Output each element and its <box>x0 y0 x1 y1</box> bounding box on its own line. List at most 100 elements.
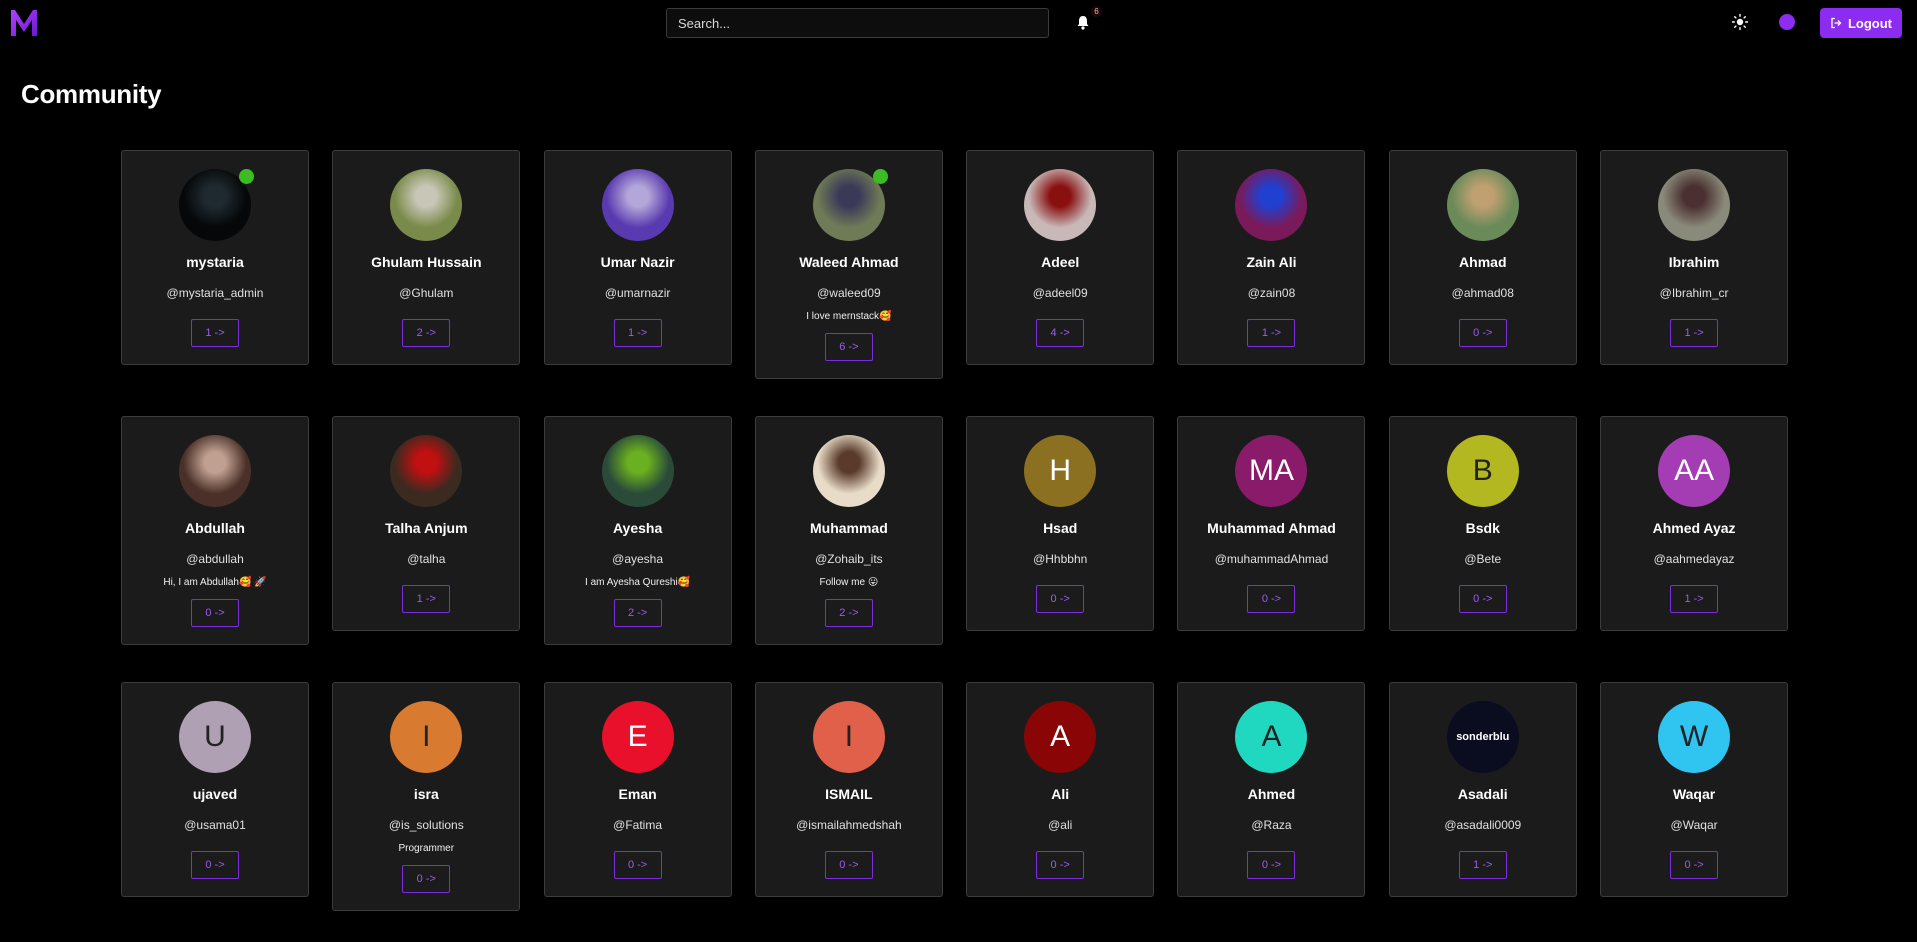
follower-count-button[interactable]: 1 -> <box>613 319 662 347</box>
user-name[interactable]: Ahmad <box>1459 254 1506 270</box>
profile-avatar-button[interactable] <box>1779 14 1795 30</box>
search-input[interactable] <box>666 8 1049 38</box>
user-card[interactable]: Ahmad @ahmad08 0 -> <box>1388 150 1577 365</box>
user-avatar-photo[interactable] <box>1235 169 1308 241</box>
user-name[interactable]: Abdullah <box>185 520 245 536</box>
user-name[interactable]: Ghulam Hussain <box>371 254 481 270</box>
user-avatar-photo[interactable] <box>1024 169 1097 241</box>
user-name[interactable]: Bsdk <box>1466 520 1500 536</box>
user-card[interactable]: B Bsdk @Bete 0 -> <box>1388 416 1577 631</box>
user-card[interactable]: Adeel @adeel09 4 -> <box>966 150 1155 365</box>
follower-count-button[interactable]: 0 -> <box>1458 585 1507 613</box>
user-avatar-photo[interactable] <box>812 169 888 241</box>
user-name[interactable]: Ahmed Ayaz <box>1653 520 1736 536</box>
user-avatar[interactable]: A <box>1024 701 1097 773</box>
user-card[interactable]: sonderblu Asadali @asadali0009 1 -> <box>1388 682 1577 897</box>
bell-icon[interactable] <box>1076 15 1090 30</box>
user-card[interactable]: Ghulam Hussain @Ghulam 2 -> <box>332 150 521 365</box>
user-name[interactable]: Ayesha <box>613 520 662 536</box>
follower-count-button[interactable]: 0 -> <box>191 851 239 879</box>
follower-count-button[interactable]: 0 -> <box>1458 319 1507 347</box>
user-avatar[interactable]: B <box>1446 435 1519 507</box>
user-card[interactable]: Uujaved @usama01 0 -> <box>121 682 309 897</box>
user-name[interactable]: Waleed Ahmad <box>799 254 898 270</box>
user-avatar-photo[interactable] <box>1446 169 1519 241</box>
follower-count-button[interactable]: 1 -> <box>191 319 239 347</box>
user-name[interactable]: isra <box>414 786 439 802</box>
follower-count-button[interactable]: 0 -> <box>1036 585 1085 613</box>
sun-icon[interactable] <box>1731 13 1749 31</box>
follower-count-button[interactable]: 0 -> <box>1036 851 1085 879</box>
user-name[interactable]: ujaved <box>193 786 237 802</box>
user-card[interactable]: Iisra @is_solutions Programmer 0 -> <box>332 682 521 911</box>
user-avatar[interactable]: I <box>390 701 463 773</box>
user-card[interactable]: Talha Anjum @talha 1 -> <box>332 416 521 631</box>
user-name[interactable]: Umar Nazir <box>601 254 675 270</box>
logout-button[interactable]: Logout <box>1820 8 1902 38</box>
user-card[interactable]: H Hsad @Hhbbhn 0 -> <box>966 416 1155 631</box>
user-card[interactable]: I ISMAIL @ismailahmedshah 0 -> <box>754 682 943 897</box>
user-avatar-photo[interactable] <box>390 169 463 241</box>
follower-count-button[interactable]: 0 -> <box>1247 851 1296 879</box>
follower-count-button[interactable]: 0 -> <box>1247 585 1296 613</box>
user-name[interactable]: Waqar <box>1673 786 1715 802</box>
follower-count-button[interactable]: 2 -> <box>824 599 873 627</box>
user-name[interactable]: Asadali <box>1458 786 1508 802</box>
follower-count-button[interactable]: 1 -> <box>1670 319 1719 347</box>
app-logo[interactable] <box>9 4 39 40</box>
user-card[interactable]: Ayesha @ayesha I am Ayesha Qureshi🥰 2 -> <box>543 416 732 645</box>
follower-count-button[interactable]: 1 -> <box>1670 585 1719 613</box>
user-card[interactable]: MA Muhammad Ahmad @muhammadAhmad 0 -> <box>1177 416 1366 631</box>
user-name[interactable]: Talha Anjum <box>385 520 467 536</box>
user-avatar-photo[interactable] <box>601 435 674 507</box>
user-name[interactable]: Eman <box>619 786 657 802</box>
user-avatar[interactable]: A <box>1235 701 1308 773</box>
user-card[interactable]: A Ahmed @Raza 0 -> <box>1177 682 1366 897</box>
follower-count-button[interactable]: 0 -> <box>613 851 662 879</box>
follower-count-button[interactable]: 0 -> <box>191 599 239 627</box>
follower-count-button[interactable]: 1 -> <box>1458 851 1507 879</box>
user-avatar-photo[interactable] <box>390 435 463 507</box>
follower-count-button[interactable]: 6 -> <box>824 333 873 361</box>
user-avatar[interactable]: I <box>812 701 885 773</box>
user-avatar-photo[interactable] <box>1658 169 1731 241</box>
follower-count-button[interactable]: 1 -> <box>1247 319 1296 347</box>
follower-count-button[interactable]: 4 -> <box>1036 319 1085 347</box>
follower-count-button[interactable]: 2 -> <box>613 599 662 627</box>
user-card[interactable]: W Waqar @Waqar 0 -> <box>1600 682 1789 897</box>
user-name[interactable]: Zain Ali <box>1246 254 1296 270</box>
user-card[interactable]: AA Ahmed Ayaz @aahmedayaz 1 -> <box>1600 416 1789 631</box>
user-name[interactable]: Muhammad <box>810 520 888 536</box>
follower-count-button[interactable]: 1 -> <box>402 585 451 613</box>
user-name[interactable]: Ali <box>1051 786 1069 802</box>
user-card[interactable]: mystaria @mystaria_admin 1 -> <box>121 150 309 365</box>
follower-count-button[interactable]: 0 -> <box>402 865 451 893</box>
user-card[interactable]: Ibrahim @Ibrahim_cr 1 -> <box>1600 150 1789 365</box>
user-card[interactable]: Zain Ali @zain08 1 -> <box>1177 150 1366 365</box>
user-card[interactable]: Waleed Ahmad @waleed09 I love mernstack🥰 6 … <box>754 150 943 379</box>
user-avatar[interactable]: E <box>601 701 674 773</box>
user-avatar[interactable]: MA <box>1235 435 1308 507</box>
user-name[interactable]: Muhammad Ahmad <box>1207 520 1336 536</box>
follower-count-button[interactable]: 0 -> <box>824 851 873 879</box>
user-avatar-photo[interactable] <box>179 169 254 241</box>
user-avatar[interactable]: sonderblu <box>1446 701 1519 773</box>
user-card[interactable]: Abdullah @abdullah Hi, I am Abdullah🥰 🚀 0 -… <box>121 416 309 645</box>
user-name[interactable]: Ibrahim <box>1669 254 1720 270</box>
user-card[interactable]: E Eman @Fatima 0 -> <box>543 682 732 897</box>
follower-count-button[interactable]: 2 -> <box>402 319 451 347</box>
user-card[interactable]: Muhammad @Zohaib_its Follow me 😛 2 -> <box>754 416 943 645</box>
user-avatar[interactable]: AA <box>1658 435 1731 507</box>
user-avatar-photo[interactable] <box>179 435 251 507</box>
user-avatar[interactable]: U <box>179 701 251 773</box>
user-card[interactable]: Umar Nazir @umarnazir 1 -> <box>543 150 732 365</box>
user-name[interactable]: ISMAIL <box>825 786 872 802</box>
user-avatar-photo[interactable] <box>812 435 885 507</box>
user-avatar[interactable]: H <box>1024 435 1097 507</box>
user-avatar-photo[interactable] <box>601 169 674 241</box>
user-name[interactable]: Hsad <box>1043 520 1077 536</box>
user-name[interactable]: Adeel <box>1041 254 1079 270</box>
user-name[interactable]: Ahmed <box>1248 786 1295 802</box>
user-avatar[interactable]: W <box>1658 701 1731 773</box>
follower-count-button[interactable]: 0 -> <box>1670 851 1719 879</box>
